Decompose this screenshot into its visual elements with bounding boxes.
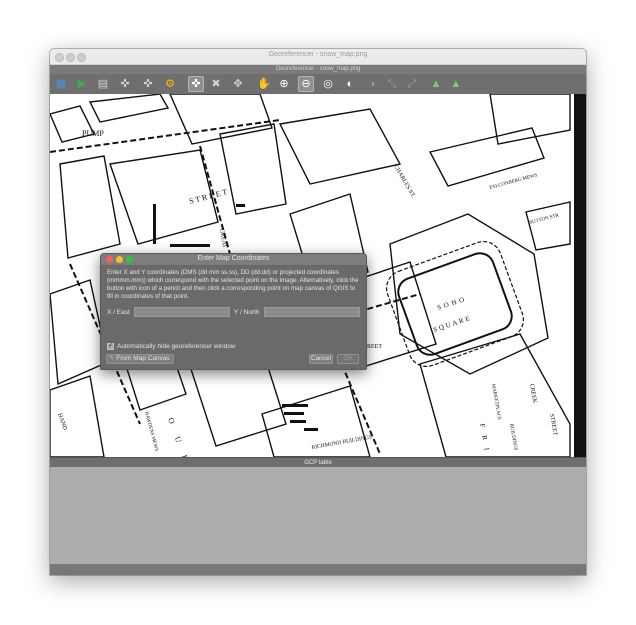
pan-button[interactable]: ✋ <box>256 76 272 92</box>
svg-text:SUTTON STR: SUTTON STR <box>529 213 560 226</box>
zoom-last-button[interactable]: ◐ <box>342 76 358 92</box>
svg-text:O U R: O U R <box>166 417 192 457</box>
auto-hide-checkbox[interactable]: ✓ <box>107 343 114 350</box>
zoom-to-layer-button[interactable]: ◎ <box>320 76 336 92</box>
zoom-next-button[interactable]: ◑ <box>364 76 380 92</box>
zoom-to-layer-icon: ◎ <box>323 78 333 90</box>
start-georeferencing-button[interactable]: ▶ <box>74 76 90 92</box>
delete-point-icon: ✖ <box>211 78 221 90</box>
status-bar <box>50 564 586 575</box>
move-gcp-point-button[interactable]: ✥ <box>230 76 246 92</box>
local-histogram-stretch-button[interactable]: ▲ <box>448 76 464 92</box>
window-titlebar: Georeferencer - snow_map.png <box>50 49 586 65</box>
map-label-pump: PUMP <box>82 129 104 138</box>
enter-map-coordinates-dialog: Enter Map Coordinates Enter X and Y coor… <box>100 253 367 370</box>
georeferencer-toolbar: ▦ ▶ ▤ ✜ ✜ ⚙ ✜ ✖ ✥ ✋ ⊕ ⊖ ◎ ◐ ◑ ⤡ ⤢ ▲ ▲ <box>50 74 586 95</box>
save-gcp-points-button[interactable]: ✜ <box>140 76 156 92</box>
x-east-field[interactable] <box>134 307 230 317</box>
move-gcp-point-icon: ✥ <box>233 78 243 90</box>
svg-text:FRITH: FRITH <box>478 423 496 457</box>
from-map-canvas-label: From Map Canvas <box>116 355 170 362</box>
full-histogram-stretch-icon: ▲ <box>430 78 442 90</box>
svg-text:BUILDINGS: BUILDINGS <box>508 423 518 451</box>
link-qgis-button[interactable]: ⤢ <box>404 76 420 92</box>
dialog-titlebar: Enter Map Coordinates <box>101 254 366 266</box>
zoom-in-icon: ⊕ <box>279 78 289 90</box>
x-east-label: X / East <box>107 309 130 316</box>
zoom-out-button[interactable]: ⊖ <box>298 76 314 92</box>
zoom-next-icon: ◑ <box>368 78 376 90</box>
load-gcp-points-icon: ✜ <box>120 78 130 90</box>
svg-text:STREET: STREET <box>548 413 558 436</box>
dialog-title: Enter Map Coordinates <box>197 255 270 262</box>
open-raster-button[interactable]: ▦ <box>53 76 69 92</box>
ok-button[interactable]: OK <box>337 354 359 364</box>
auto-hide-label: Automatically hide georeferencer window <box>117 343 236 350</box>
add-point-button[interactable]: ✜ <box>188 76 204 92</box>
svg-text:HAND: HAND <box>56 413 68 432</box>
save-gcp-points-icon: ✜ <box>143 78 153 90</box>
y-north-field[interactable] <box>264 307 360 317</box>
zoom-last-icon: ◐ <box>346 78 354 90</box>
window-subtitle: Georeferencer - snow_map.png <box>50 65 586 74</box>
delete-point-button[interactable]: ✖ <box>208 76 224 92</box>
pencil-icon: ✎ <box>109 355 115 362</box>
add-point-icon: ✜ <box>191 78 201 90</box>
link-georeferencer-button[interactable]: ⤡ <box>384 76 400 92</box>
generate-gdal-script-icon: ▤ <box>97 78 109 90</box>
window-title: Georeferencer - snow_map.png <box>268 51 368 58</box>
map-label-charles-st: CHARLES ST. <box>392 164 416 199</box>
zoom-out-icon: ⊖ <box>301 78 311 90</box>
svg-text:GREAT: GREAT <box>218 228 227 248</box>
svg-text:SOHO: SOHO <box>436 295 468 312</box>
svg-text:FALCONBERG MEWS: FALCONBERG MEWS <box>489 173 538 191</box>
svg-text:RICHMOND BUILDINGS: RICHMOND BUILDINGS <box>311 434 372 450</box>
link-qgis-icon: ⤢ <box>407 78 417 90</box>
gcp-table[interactable] <box>50 467 586 564</box>
svg-text:SQUARE: SQUARE <box>432 314 473 334</box>
transformation-settings-icon: ⚙ <box>165 78 175 90</box>
from-map-canvas-button[interactable]: ✎ From Map Canvas <box>106 354 174 364</box>
link-georeferencer-icon: ⤡ <box>387 78 397 90</box>
open-raster-icon: ▦ <box>55 78 67 90</box>
local-histogram-stretch-icon: ▲ <box>450 78 462 90</box>
start-georeferencing-icon: ▶ <box>77 78 87 90</box>
pan-icon: ✋ <box>257 78 271 90</box>
dialog-description: Enter X and Y coordinates (DMS (dd mm ss… <box>107 269 359 300</box>
generate-gdal-script-button[interactable]: ▤ <box>95 76 111 92</box>
cancel-button[interactable]: Cancel <box>309 354 333 364</box>
zoom-in-button[interactable]: ⊕ <box>276 76 292 92</box>
svg-text:CREEK: CREEK <box>528 383 537 404</box>
svg-text:HAWDENS MEWS: HAWDENS MEWS <box>143 411 158 452</box>
svg-text:MARKETPLACE: MARKETPLACE <box>490 383 501 420</box>
svg-text:S T R E E T: S T R E E T <box>188 187 228 206</box>
full-histogram-stretch-button[interactable]: ▲ <box>428 76 444 92</box>
load-gcp-points-button[interactable]: ✜ <box>117 76 133 92</box>
transformation-settings-button[interactable]: ⚙ <box>162 76 178 92</box>
y-north-label: Y / North <box>234 309 260 316</box>
